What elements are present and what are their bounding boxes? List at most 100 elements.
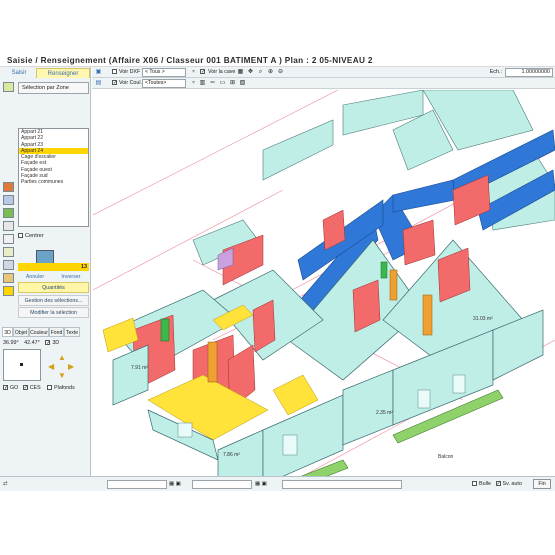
zoom-out-icon[interactable]: ⊖ [277, 69, 284, 76]
tab-3d[interactable]: 3D [2, 327, 13, 337]
sv-auto-label: Sv. auto [502, 481, 522, 487]
cut-icon[interactable]: ⊞ [229, 80, 236, 87]
arrow-up-icon[interactable]: ▲ [58, 353, 66, 362]
centrer-label: Centrer [25, 233, 44, 239]
ruler-icon[interactable]: ═ [209, 80, 216, 87]
display-options: GO CES Plafonds [3, 384, 89, 393]
inverser-button[interactable]: Inverser [58, 273, 84, 282]
sv-auto-checkbox[interactable] [495, 481, 501, 487]
zone-list[interactable]: Appart 21 Appart 22 Appart 23 Appart 24 … [18, 128, 89, 227]
select-all-icon[interactable]: ▦ [237, 69, 244, 76]
modifier-selection-button[interactable]: Modifier la sélection [18, 307, 89, 318]
zoom-icon[interactable]: ⌕ [257, 69, 264, 76]
list-item[interactable]: Parties communes [19, 179, 88, 185]
arrow-left-icon[interactable]: ◀ [48, 362, 54, 371]
zoom-in-icon[interactable]: ⊕ [267, 69, 274, 76]
measure-tool-icon[interactable] [3, 234, 14, 244]
paint-tool-icon[interactable] [3, 182, 14, 192]
voir-coul-label: Voir Coul. [119, 80, 142, 86]
status-bar: ▦ ▣ ▦ ▣ Bulle Sv. auto Fin [92, 476, 555, 491]
centrer-row: Centrer [18, 232, 89, 241]
angle-horizontal[interactable]: 36.99° [3, 338, 19, 348]
grid-icon[interactable]: ▥ [199, 80, 206, 87]
go-checkbox[interactable] [3, 385, 8, 391]
view-angles: 36.99° 42.47° 3D [3, 338, 88, 348]
voir-dxf-dropdown[interactable]: < Tous > [142, 68, 186, 77]
status-field-2[interactable] [192, 480, 252, 489]
selection-tool-icon[interactable] [3, 82, 14, 92]
3d-checkbox[interactable] [45, 340, 51, 346]
view-subtabs: 3D Objet Couleur Fond Texte [2, 327, 89, 337]
centrer-checkbox[interactable] [18, 233, 23, 239]
go-label: GO [10, 385, 19, 391]
app-window: Saisie / Renseignement (Affaire X06 / Cl… [0, 55, 555, 491]
preview-thumbnail [36, 250, 54, 264]
area-label-1: 7.91 m² [131, 365, 148, 371]
quantities-tool-icon[interactable] [3, 286, 14, 296]
tab-texte[interactable]: Texte [64, 327, 80, 337]
toolbar-second: ▤ Voir Coul. <Toutes> ▾ ▥ ═ ▭ ⊞ ▧ [92, 78, 555, 89]
save-icon[interactable]: ▣ [95, 69, 102, 76]
zone-tool-icon[interactable] [3, 247, 14, 257]
bulle-checkbox[interactable] [472, 481, 477, 487]
layers-icon[interactable]: ▤ [95, 80, 102, 87]
status-left-area: ⇄ [0, 476, 92, 491]
status-field-3[interactable] [282, 480, 402, 489]
ces-checkbox[interactable] [22, 385, 28, 391]
tab-couleur[interactable]: Couleur [29, 327, 49, 337]
edit-tool-icon[interactable] [3, 221, 14, 231]
voir-dxf-checkbox[interactable] [111, 69, 118, 76]
scale-input[interactable]: 1.00000000 [505, 68, 553, 77]
arrow-down-icon[interactable]: ▼ [58, 371, 66, 380]
move-icon[interactable]: ✥ [247, 69, 254, 76]
annuler-button[interactable]: Annuler [22, 273, 48, 282]
area-label-4: 31.03 m² [473, 316, 493, 322]
toolbar-top: ▣ Voir DXF < Tous > ▾ Voir la cave ▦ ✥ ⌕… [92, 67, 555, 78]
bulle-label: Bulle [479, 481, 491, 487]
plan-3d-drawing: 7.91 m² 7.86 m² 2.35 m² 31.03 m² Balcon [93, 90, 555, 476]
pan-arrows[interactable]: ▲ ◀ ▶ ▼ [48, 353, 78, 380]
angle-vertical[interactable]: 42.47° [24, 338, 40, 348]
voir-cave-label: Voir la cave [208, 69, 236, 75]
print-tool-icon[interactable] [3, 260, 14, 270]
area-label-3: 2.35 m² [376, 410, 393, 416]
gestion-selections-button[interactable]: Gestion des sélections... [18, 295, 89, 306]
status-tools-2-icon[interactable]: ▦ ▣ [255, 479, 267, 489]
area-label-5: Balcon [438, 454, 454, 460]
status-tools-1-icon[interactable]: ▦ ▣ [169, 479, 181, 489]
plan-3d-viewport[interactable]: 7.91 m² 7.86 m² 2.35 m² 31.03 m² Balcon [93, 90, 555, 476]
voir-dxf-label: Voir DXF [119, 69, 141, 75]
voir-cave-checkbox[interactable] [199, 69, 206, 76]
title-bar: Saisie / Renseignement (Affaire X06 / Cl… [0, 55, 555, 67]
dropdown-arrow-icon[interactable]: ▾ [190, 69, 197, 76]
status-tool-icon: ⇄ [3, 481, 8, 487]
mode-tabs: Saisir Renseigner [0, 67, 91, 78]
plan-icon[interactable]: ▭ [219, 80, 226, 87]
bulle-option: Bulle Sv. auto [472, 479, 522, 489]
voir-coul-checkbox[interactable] [111, 80, 118, 87]
voir-coul-dropdown[interactable]: <Toutes> [142, 79, 186, 88]
orbit-navigator[interactable] [3, 349, 41, 381]
3d-label: 3D [52, 340, 60, 346]
fin-button[interactable]: Fin [533, 479, 551, 489]
dropdown-arrow-icon[interactable]: ▾ [190, 80, 197, 87]
export-tool-icon[interactable] [3, 273, 14, 283]
area-label-2: 7.86 m² [223, 452, 240, 458]
plafonds-label: Plafonds [54, 385, 75, 391]
arrow-right-icon[interactable]: ▶ [68, 362, 74, 371]
left-panel: Saisir Renseigner Sélection par Zone App… [0, 67, 91, 491]
selection-mode-dropdown[interactable]: Sélection par Zone [18, 82, 89, 94]
ces-label: CES [29, 385, 41, 391]
section-icon[interactable]: ▧ [239, 80, 246, 87]
tab-renseigner[interactable]: Renseigner [36, 68, 90, 78]
layer-tool-icon[interactable] [3, 195, 14, 205]
surface-tool-icon[interactable] [3, 208, 14, 218]
tab-fond[interactable]: Fond [49, 327, 64, 337]
tab-saisir[interactable]: Saisir [2, 68, 36, 78]
selection-count: 13 [18, 263, 89, 271]
quantites-button[interactable]: Quantités [18, 282, 89, 293]
plafonds-checkbox[interactable] [47, 385, 53, 391]
window-title: Saisie / Renseignement (Affaire X06 / Cl… [7, 56, 373, 65]
status-field-1[interactable] [107, 480, 167, 489]
tab-objet[interactable]: Objet [13, 327, 29, 337]
